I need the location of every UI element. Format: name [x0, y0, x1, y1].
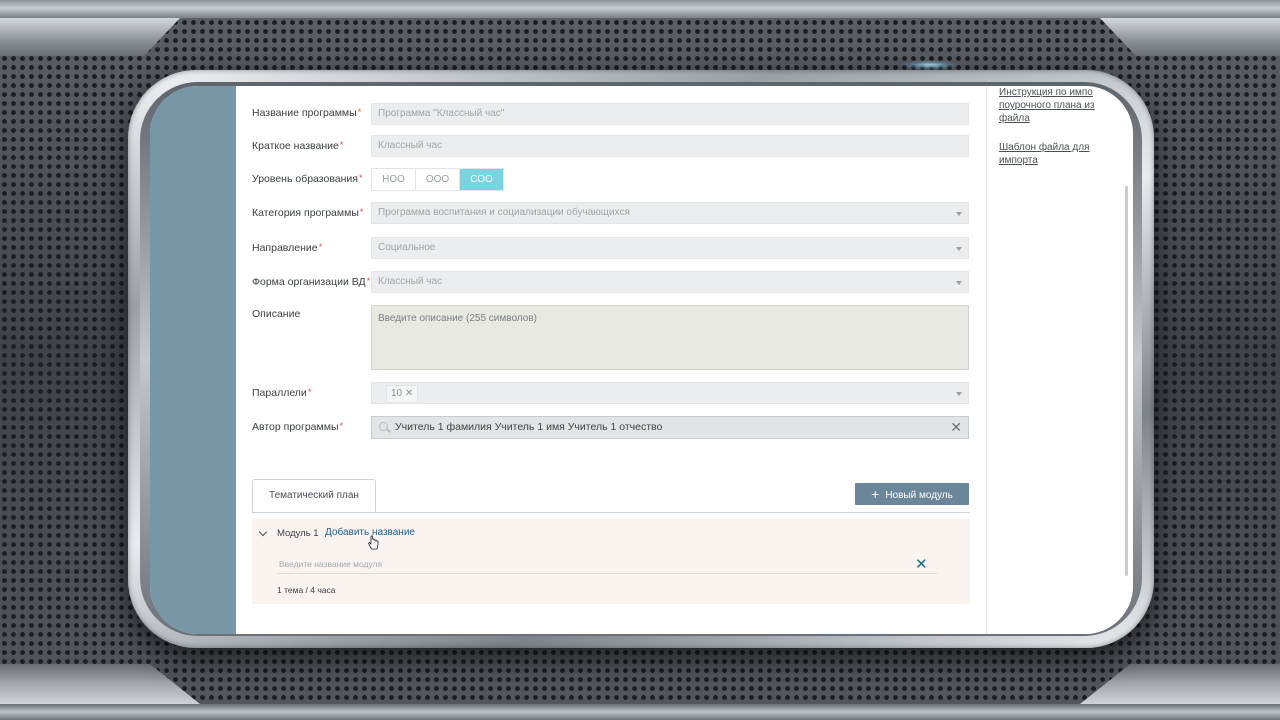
bottom-right-rail — [1080, 664, 1280, 704]
short-name-input[interactable]: Классный час — [371, 135, 969, 157]
import-instruction-link[interactable]: Инструкция по импо поурочного плана из ф… — [999, 86, 1109, 125]
plus-icon: + — [871, 486, 880, 502]
org-form-select[interactable]: Классный час — [371, 271, 969, 293]
level-option-ooo[interactable]: ООО — [416, 169, 460, 190]
import-template-link[interactable]: Шаблон файла для импорта — [999, 141, 1109, 167]
level-option-noo[interactable]: НОО — [372, 169, 416, 190]
short-name-label: Краткое название* — [252, 140, 344, 152]
module-title: Модуль 1 — [277, 528, 319, 539]
clear-icon[interactable]: ✕ — [950, 419, 962, 435]
chip-remove-icon[interactable]: ✕ — [405, 388, 413, 399]
category-label: Категория программы* — [252, 207, 364, 219]
top-right-rail — [1100, 18, 1280, 56]
author-field[interactable]: Учитель 1 фамилия Учитель 1 имя Учитель … — [371, 416, 969, 439]
description-label: Описание — [252, 308, 301, 320]
light-glare — [900, 60, 960, 70]
right-panel: Инструкция по импо поурочного плана из ф… — [986, 86, 1133, 634]
chevron-down-icon[interactable] — [258, 527, 268, 537]
bottom-metal-band — [0, 704, 1280, 720]
left-sidebar — [150, 86, 236, 634]
scrollbar[interactable] — [1125, 186, 1128, 576]
parallels-label: Параллели* — [252, 387, 312, 399]
search-icon — [379, 422, 388, 431]
parallels-select[interactable]: 10 ✕ — [371, 382, 969, 404]
direction-label: Направление* — [252, 242, 323, 254]
description-textarea[interactable]: Введите описание (255 символов) — [371, 305, 969, 370]
close-icon[interactable]: ✕ — [915, 557, 928, 572]
app-screen: Название программы* Программа "Классный … — [150, 86, 1133, 634]
top-metal-band — [0, 0, 1280, 18]
new-module-button[interactable]: + Новый модуль — [855, 483, 969, 505]
program-name-label: Название программы* — [252, 107, 362, 119]
module-meta: 1 тема / 4 часа — [277, 585, 336, 595]
module-card: Модуль 1 Добавить название Введите назва… — [252, 519, 970, 604]
org-form-label: Форма организации ВД* — [252, 276, 371, 288]
education-level-switch: НОО ООО СОО — [371, 168, 504, 191]
author-value: Учитель 1 фамилия Учитель 1 имя Учитель … — [395, 421, 663, 433]
program-form: Название программы* Программа "Классный … — [252, 86, 972, 634]
bottom-left-rail — [0, 664, 200, 704]
level-option-soo[interactable]: СОО — [460, 169, 503, 190]
program-name-input[interactable]: Программа "Классный час" — [371, 103, 969, 125]
top-left-rail — [0, 18, 180, 56]
parallel-chip[interactable]: 10 ✕ — [386, 385, 419, 403]
direction-select[interactable]: Социальное — [371, 237, 969, 259]
module-name-input[interactable]: Введите название модуля — [277, 557, 937, 574]
author-label: Автор программы* — [252, 421, 344, 433]
education-level-label: Уровень образования* — [252, 173, 363, 185]
device-frame: Название программы* Программа "Классный … — [128, 70, 1154, 648]
category-select[interactable]: Программа воспитания и социализации обуч… — [371, 202, 969, 224]
tab-bar: Тематический план + Новый модуль — [252, 479, 970, 513]
tab-thematic-plan[interactable]: Тематический план — [252, 479, 376, 512]
cursor-hand-icon — [368, 535, 379, 550]
